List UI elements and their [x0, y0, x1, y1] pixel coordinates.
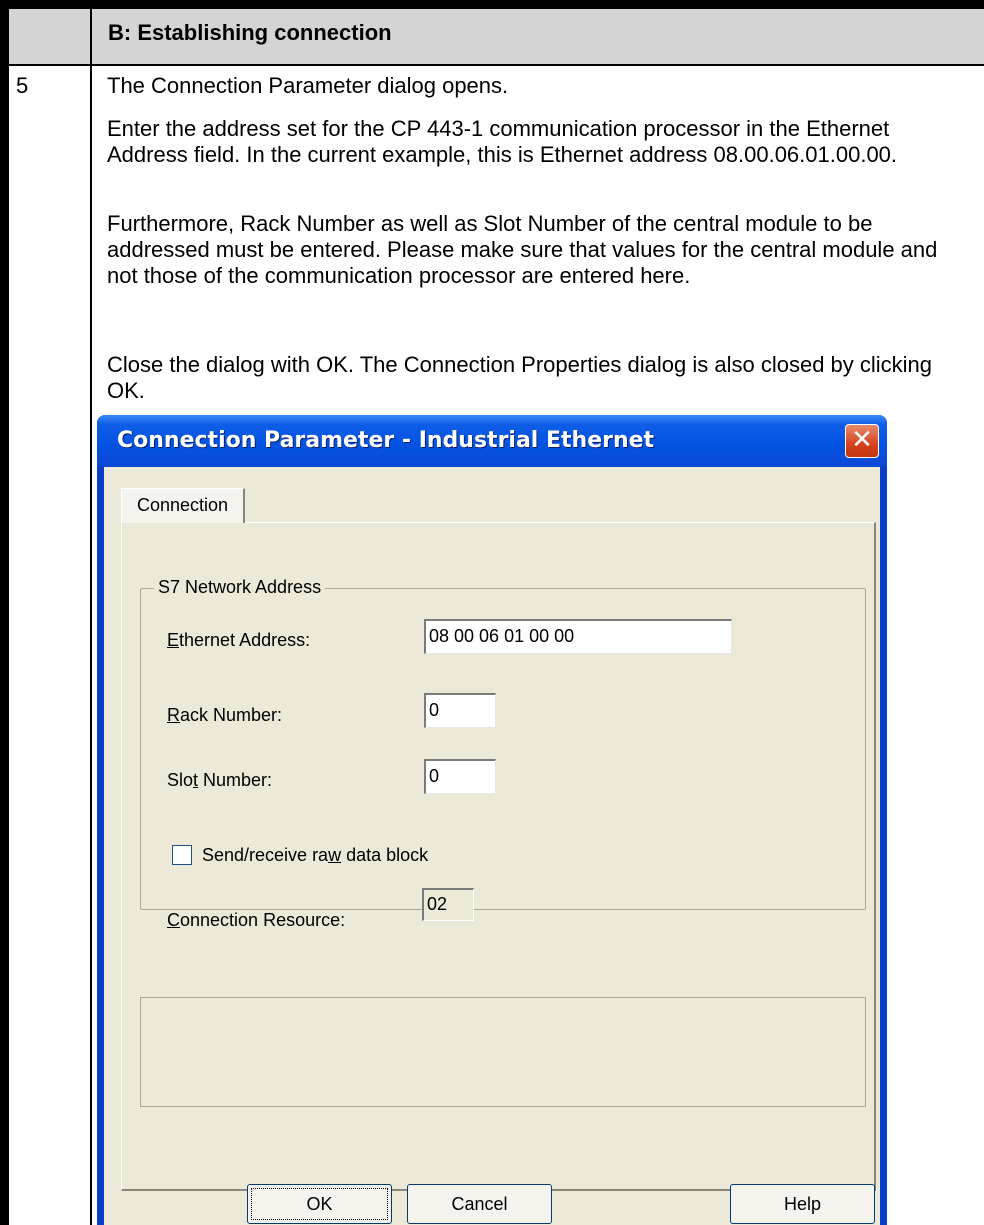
dialog-titlebar[interactable]: Connection Parameter - Industrial Ethern… [97, 415, 887, 467]
table-border-left [0, 0, 9, 1225]
connection-resource-label: Connection Resource: [167, 910, 346, 930]
connection-resource-field: 02 [422, 888, 474, 921]
dialog-client-area: Connection S7 Network Address Ethernet A… [104, 467, 880, 1225]
table-column-divider [90, 9, 92, 1225]
ethernet-address-label: Ethernet Address: [167, 630, 311, 650]
cancel-button[interactable]: Cancel [407, 1184, 552, 1224]
slot-number-input[interactable]: 0 [424, 759, 496, 794]
paragraph: Enter the address set for the CP 443-1 c… [107, 116, 898, 167]
help-button[interactable]: Help [730, 1184, 875, 1224]
dialog-title: Connection Parameter - Industrial Ethern… [117, 428, 655, 453]
raw-data-checkbox[interactable] [172, 845, 192, 865]
table-border-top [0, 0, 984, 9]
step-number: 5 [16, 73, 29, 98]
connection-parameter-dialog: Connection Parameter - Industrial Ethern… [97, 415, 887, 1225]
ok-button[interactable]: OK [247, 1184, 392, 1224]
paragraph: Furthermore, Rack Number as well as Slot… [107, 211, 938, 288]
tab-connection[interactable]: Connection [121, 488, 245, 523]
close-icon[interactable]: ✕ [845, 424, 879, 458]
section-title: B: Establishing connection [108, 20, 392, 45]
slot-number-label: Slot Number: [167, 770, 273, 790]
raw-data-checkbox-label[interactable]: Send/receive raw data block [202, 844, 428, 866]
paragraph: Close the dialog with OK. The Connection… [107, 352, 933, 403]
group-label: S7 Network Address [154, 576, 326, 598]
ethernet-address-input[interactable]: 08 00 06 01 00 00 [424, 619, 732, 654]
rack-number-input[interactable]: 0 [424, 693, 496, 728]
status-box [140, 997, 866, 1107]
table-row-divider [9, 64, 984, 66]
paragraph: The Connection Parameter dialog opens. [107, 73, 509, 98]
rack-number-label: Rack Number: [167, 705, 283, 725]
